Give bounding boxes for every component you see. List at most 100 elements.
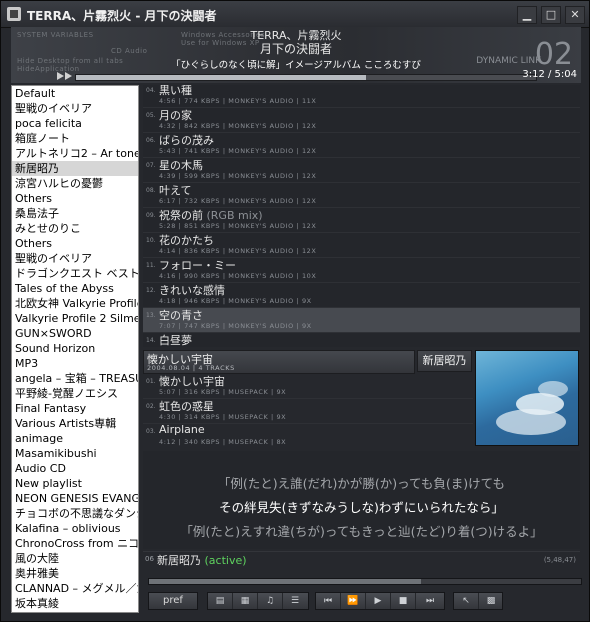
track-meta: 4:12 | 340 KBPS | MUSEPACK | 8X bbox=[159, 438, 287, 446]
track-row[interactable]: 14.白昼夢4:39 | 680 KBPS | MONKEY'S AUDIO |… bbox=[143, 333, 580, 347]
playlist-item[interactable]: NEON GENESIS EVANGELION bbox=[12, 491, 138, 506]
playlist-item[interactable]: Default bbox=[12, 86, 138, 101]
playlist-item[interactable]: Others bbox=[12, 191, 138, 206]
playlist-item[interactable]: Others bbox=[12, 236, 138, 251]
track-meta: 4:56 | 774 KBPS | MONKEY'S AUDIO | 11X bbox=[159, 97, 317, 105]
playlist-item[interactable]: Various Artists専輯 bbox=[12, 416, 138, 431]
track-list[interactable]: 04. 黒い種 4:56 | 774 KBPS | MONKEY'S AUDIO |… bbox=[143, 85, 580, 347]
track-title: 白昼夢 bbox=[159, 332, 192, 347]
playlist-item[interactable]: ChronoCross from ニコニコ bbox=[12, 536, 138, 551]
playlist-item[interactable]: Tales of the Abyss bbox=[12, 281, 138, 296]
playlist-item[interactable]: Masamikibushi bbox=[12, 446, 138, 461]
seek-bar-fill bbox=[76, 75, 366, 80]
play-button[interactable]: ▶ bbox=[366, 593, 391, 609]
playlist-item[interactable]: みとせのりこ bbox=[12, 221, 138, 236]
playlist-item[interactable]: animage bbox=[12, 431, 138, 446]
pref-button[interactable]: pref bbox=[148, 592, 198, 610]
playlist-list[interactable]: Default 聖戦のイベリア poca felicita 箱庭ノート アルトネリコ2 … bbox=[11, 85, 139, 613]
bottom-seek-bar[interactable] bbox=[148, 578, 582, 585]
playlist-item[interactable]: Final Fantasy bbox=[12, 401, 138, 416]
track-title: 月の家 bbox=[159, 107, 192, 123]
playlist-item[interactable]: Valkyrie Profile 2 Silmeria bbox=[12, 311, 138, 326]
track-title-text: 懐かしい宇宙 bbox=[159, 375, 225, 388]
maximize-button[interactable]: □ bbox=[541, 6, 561, 24]
track-row[interactable]: 12. きれいな感情 4:18 | 946 KBPS | MONKEY'S AUDI… bbox=[143, 283, 580, 308]
track-number: 12. bbox=[146, 287, 156, 294]
list-view-button[interactable]: ▤ bbox=[208, 593, 233, 609]
track-row[interactable]: 09. 祝祭の前 (RGB mix) 5:28 | 851 KBPS | MONKE… bbox=[143, 208, 580, 233]
track-meta: 4:18 | 946 KBPS | MONKEY'S AUDIO | 9X bbox=[159, 297, 312, 305]
track-title-text: 星の木馬 bbox=[159, 159, 203, 172]
playlist-button[interactable]: ☰ bbox=[283, 593, 307, 609]
window-icon: ▩ bbox=[486, 596, 496, 606]
music-note-icon: ♫ bbox=[265, 596, 275, 606]
playlist-item[interactable]: ドラゴンクエスト ベスト セレクション bbox=[12, 266, 138, 281]
track-title: 虹色の惑星 bbox=[159, 398, 214, 414]
previous-button[interactable]: ⏮ bbox=[316, 593, 341, 609]
close-button[interactable]: ✕ bbox=[565, 6, 585, 24]
playlist-item[interactable]: Sound Horizon bbox=[12, 341, 138, 356]
track-meta: 4:32 | 842 KBPS | MONKEY'S AUDIO | 12X bbox=[159, 122, 317, 130]
track-row[interactable]: 03. Airplane 4:12 | 340 KBPS | MUSEPACK | … bbox=[143, 423, 473, 446]
artist-button[interactable]: 新居昭乃 bbox=[417, 350, 472, 372]
playlist-item[interactable]: poca felicita bbox=[12, 116, 138, 131]
track-row[interactable]: 02. 虹色の惑星 4:30 | 314 KBPS | MUSEPACK | 9X bbox=[143, 399, 473, 424]
playlist-item[interactable]: MP3 bbox=[12, 356, 138, 371]
playlist-item[interactable]: 新居昭乃 bbox=[12, 161, 138, 176]
playlist-item[interactable]: 北欧女神 Valkyrie Profile bbox=[12, 296, 138, 311]
track-title-text: ばらの茂み bbox=[159, 134, 214, 147]
track-title: きれいな感情 bbox=[159, 282, 225, 298]
track-title-text: 月の家 bbox=[159, 109, 192, 122]
playlist-item[interactable]: New playlist bbox=[12, 476, 138, 491]
seek-bar[interactable] bbox=[75, 74, 537, 81]
track-title-text: きれいな感情 bbox=[159, 284, 225, 297]
window-button[interactable]: ▩ bbox=[479, 593, 503, 609]
track-number: 08. bbox=[146, 187, 156, 194]
music-button[interactable]: ♫ bbox=[258, 593, 283, 609]
track-row[interactable]: 04. 黒い種 4:56 | 774 KBPS | MONKEY'S AUDIO |… bbox=[143, 85, 580, 108]
stop-button[interactable]: ■ bbox=[391, 593, 416, 609]
list-view-icon: ▤ bbox=[215, 596, 225, 606]
track-title-text: 叶えて bbox=[159, 184, 192, 197]
status-track-num: 06 bbox=[145, 555, 154, 563]
track-title-text: 祝祭の前 bbox=[159, 209, 203, 222]
playlist-item[interactable]: 平野綾-覚醒ノエシス bbox=[12, 386, 138, 401]
play-icon[interactable] bbox=[65, 72, 72, 80]
cursor-button[interactable]: ↖ bbox=[454, 593, 479, 609]
playlist-item[interactable]: 坂本真綾 bbox=[12, 596, 138, 611]
app-icon[interactable] bbox=[7, 7, 21, 21]
playlist-item[interactable]: 奥井雅美 bbox=[12, 566, 138, 581]
playlist-item[interactable]: アルトネリコ2 – Ar tonelico bbox=[12, 146, 138, 161]
playlist-item[interactable]: 聖戦のイベリア bbox=[12, 251, 138, 266]
track-row[interactable]: 13. 空の青さ 7:07 | 747 KBPS | MONKEY'S AUDIO … bbox=[143, 308, 580, 333]
playlist-item[interactable]: 聖戦のイベリア bbox=[12, 101, 138, 116]
next-button[interactable]: ⏭ bbox=[416, 593, 444, 609]
play-icon[interactable] bbox=[57, 72, 64, 80]
track-title: 叶えて bbox=[159, 182, 191, 198]
playlist-item[interactable]: 風の大陸 bbox=[12, 551, 138, 566]
track-number: 04. bbox=[146, 87, 156, 94]
album-track-list[interactable]: 01. 懐かしい宇宙 5:07 | 316 KBPS | MUSEPACK | 9X… bbox=[143, 374, 473, 446]
album-group-header[interactable]: 懐かしい宇宙 2004.08.04 | 4 TRACKS bbox=[143, 350, 415, 374]
title-bar[interactable]: TERRA、片霧烈火 - 月下の決闘者 ▁ □ ✕ bbox=[1, 1, 589, 28]
playlist-item[interactable]: 箱庭ノート bbox=[12, 131, 138, 146]
playlist-item[interactable]: 涼宮ハルヒの憂鬱 bbox=[12, 176, 138, 191]
playlist-item[interactable]: Kalafina – oblivious bbox=[12, 521, 138, 536]
playlist-item[interactable]: Audio CD bbox=[12, 461, 138, 476]
track-row[interactable]: 07. 星の木馬 4:39 | 599 KBPS | MONKEY'S AUDIO … bbox=[143, 158, 580, 183]
track-row[interactable]: 05. 月の家 4:32 | 842 KBPS | MONKEY'S AUDIO |… bbox=[143, 108, 580, 133]
track-row[interactable]: 10. 花のかたち 4:14 | 836 KBPS | MONKEY'S AUDIO… bbox=[143, 233, 580, 258]
album-view-button[interactable]: ▦ bbox=[233, 593, 258, 609]
lyrics-panel: 「例(たと)え誰(だれ)かが勝(か)っても負(ま)けても その絆見失(きずなみう… bbox=[143, 451, 580, 549]
playlist-item[interactable]: angela – 宝箱 – TREASURE BOX bbox=[12, 371, 138, 386]
playlist-item[interactable]: GUN×SWORD bbox=[12, 326, 138, 341]
track-row[interactable]: 01. 懐かしい宇宙 5:07 | 316 KBPS | MUSEPACK | 9X bbox=[143, 374, 473, 399]
track-row[interactable]: 11. フォロー・ミー 4:16 | 990 KBPS | MONKEY'S AUD… bbox=[143, 258, 580, 283]
minimize-button[interactable]: ▁ bbox=[517, 6, 537, 24]
play-next-button[interactable]: ⏩ bbox=[341, 593, 366, 609]
playlist-item[interactable]: 桑島法子 bbox=[12, 206, 138, 221]
playlist-item[interactable]: CLANNAD – メグメル／だんご bbox=[12, 581, 138, 596]
track-row[interactable]: 06. ばらの茂み 5:43 | 741 KBPS | MONKEY'S AUDIO… bbox=[143, 133, 580, 158]
track-row[interactable]: 08. 叶えて 6:17 | 732 KBPS | MONKEY'S AUDIO |… bbox=[143, 183, 580, 208]
playlist-item[interactable]: チョコボの不思議なダンジョン bbox=[12, 506, 138, 521]
